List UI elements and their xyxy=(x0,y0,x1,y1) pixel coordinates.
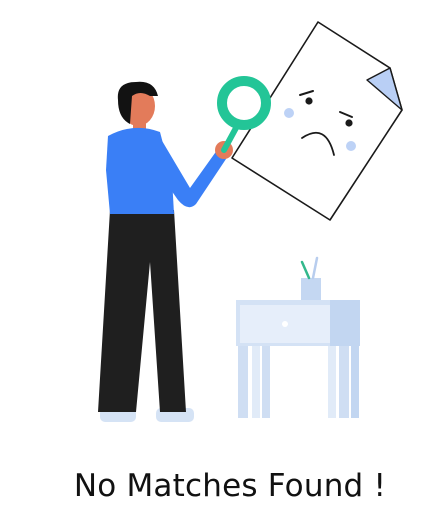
no-results-illustration xyxy=(98,21,403,422)
empty-state: No Matches Found ! xyxy=(0,0,440,527)
side-table-icon xyxy=(236,256,360,418)
no-matches-message: No Matches Found ! xyxy=(73,468,387,504)
